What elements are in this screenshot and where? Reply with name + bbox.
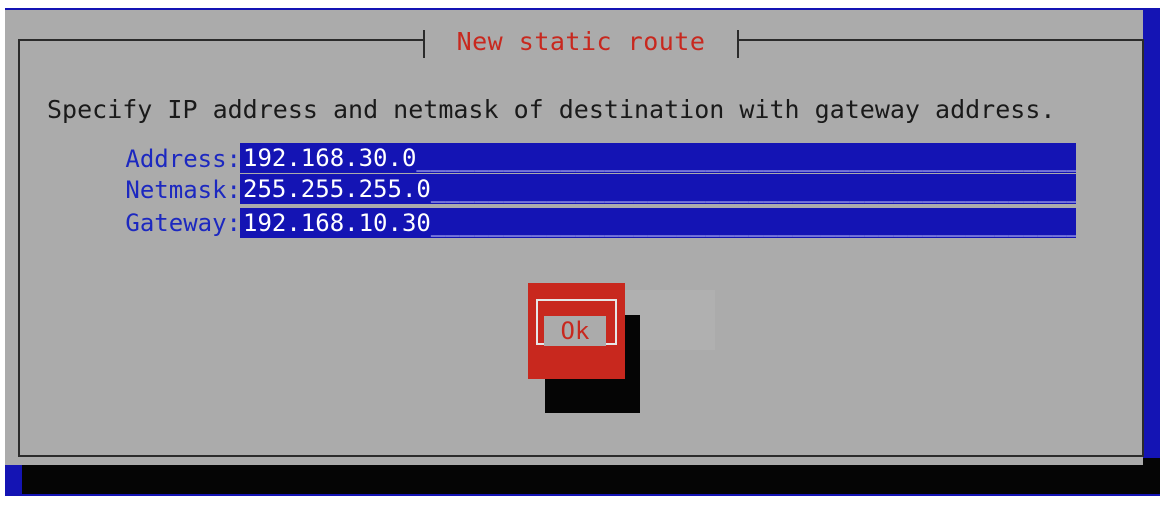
netmask-label: Netmask: bbox=[125, 176, 241, 204]
gateway-label: Gateway: bbox=[125, 209, 241, 237]
address-value: 192.168.30.0 bbox=[243, 144, 417, 172]
static-route-dialog: New static route Specify IP address and … bbox=[5, 10, 1144, 465]
address-fill: ________________________________________… bbox=[416, 144, 1076, 172]
netmask-fill: ________________________________________… bbox=[430, 175, 1076, 203]
netmask-value: 255.255.255.0 bbox=[243, 175, 431, 203]
gateway-fill: ________________________________________… bbox=[430, 209, 1076, 237]
address-label: Address: bbox=[125, 145, 241, 173]
title-left-tick bbox=[423, 30, 425, 58]
dialog-title: New static route bbox=[456, 26, 706, 56]
netmask-input[interactable]: 255.255.255.0 ___________________________… bbox=[240, 174, 1076, 204]
gateway-value: 192.168.10.30 bbox=[243, 209, 431, 237]
address-input[interactable]: 192.168.30.0 ____________________________… bbox=[240, 143, 1076, 173]
ok-button-label: Ok bbox=[544, 316, 606, 346]
dialog-title-box: New static route bbox=[423, 24, 739, 58]
gateway-input[interactable]: 192.168.10.30 ___________________________… bbox=[240, 208, 1076, 238]
title-right-tick bbox=[737, 30, 739, 58]
ok-button[interactable]: Ok bbox=[528, 283, 625, 379]
dialog-prompt: Specify IP address and netmask of destin… bbox=[47, 95, 1056, 124]
